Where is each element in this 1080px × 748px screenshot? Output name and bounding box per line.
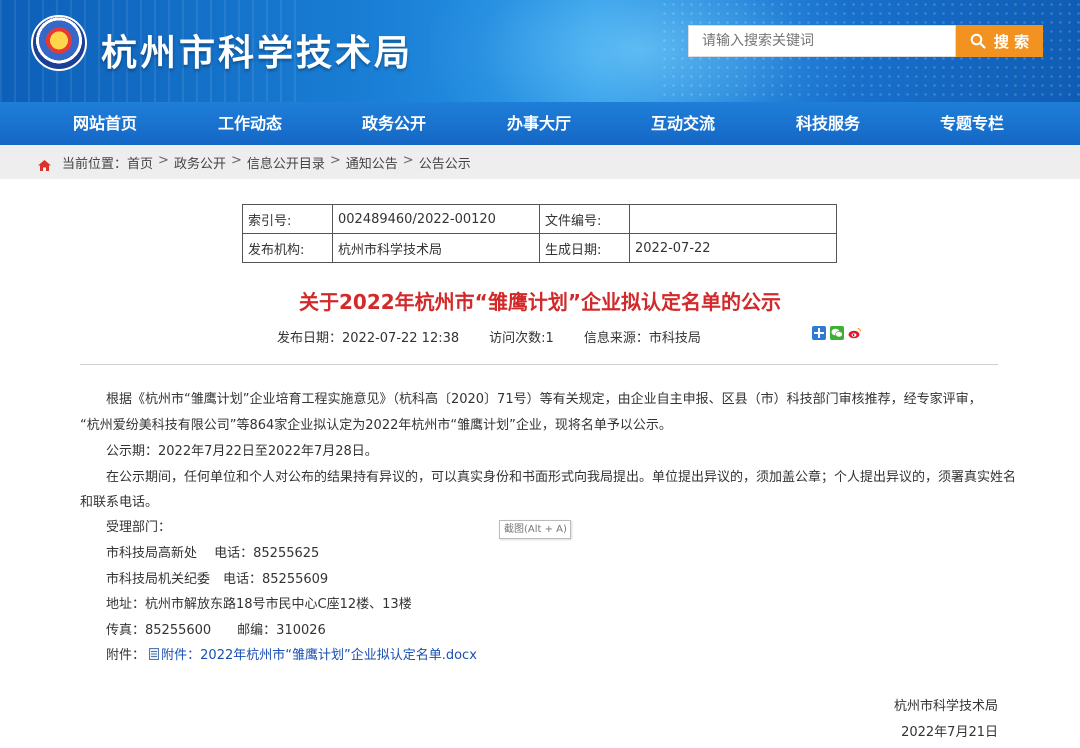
paragraph: 和联系电话。 (80, 495, 159, 510)
content-divider (80, 364, 998, 365)
attachment-link[interactable]: 附件：2022年杭州市“雏鹰计划”企业拟认定名单.docx (161, 648, 477, 663)
paragraph: 根据《杭州市“雏鹰计划”企业培育工程实施意见》（杭科高〔2020〕71号）等有关… (106, 392, 982, 407)
bureau-logo[interactable] (31, 15, 87, 71)
paragraph: 受理部门： (106, 520, 172, 535)
breadcrumb-announcements[interactable]: 公告公示 (419, 153, 471, 172)
search-icon (970, 33, 986, 49)
nav-item-interaction[interactable]: 互动交流 (651, 102, 715, 145)
search-button[interactable]: 搜 索 (956, 25, 1043, 57)
share-plus-icon[interactable] (812, 326, 826, 340)
paragraph: “杭州爱纷美科技有限公司”等864家企业拟认定为2022年杭州市“雏鹰计划”企业… (80, 418, 672, 433)
signature-date: 2022年7月21日 (901, 725, 998, 740)
table-row: 发布机构: 杭州市科学技术局 生成日期: 2022-07-22 (242, 233, 837, 263)
index-label: 索引号: (242, 204, 333, 234)
breadcrumb-separator: > (230, 153, 242, 168)
breadcrumb-government-affairs[interactable]: 政务公开 (174, 153, 226, 172)
date-value: 2022-07-22 (629, 233, 837, 263)
attachment-line: 附件： 附件：2022年杭州市“雏鹰计划”企业拟认定名单.docx (106, 644, 477, 664)
weibo-icon[interactable] (848, 326, 862, 340)
site-title[interactable]: 杭州市科学技术局 (101, 24, 413, 76)
nav-item-service-hall[interactable]: 办事大厅 (507, 102, 571, 145)
breadcrumb: 当前位置： 首页 > 政务公开 > 信息公开目录 > 通知公告 > 公告公示 (62, 153, 471, 172)
document-icon (149, 648, 160, 664)
search-button-label: 搜 索 (993, 32, 1030, 51)
wechat-icon[interactable] (830, 326, 844, 340)
paragraph: 市科技局机关纪委 电话：85255609 (106, 572, 329, 587)
date-label: 生成日期: (539, 233, 630, 263)
doc-no-label: 文件编号: (539, 204, 630, 234)
document-meta-table: 索引号: 002489460/2022-00120 文件编号: 发布机构: 杭州… (242, 204, 837, 263)
article-info: 发布日期：2022-07-22 12:38 访问次数:1 信息来源：市科技局 (277, 327, 701, 346)
nav-item-special-topics[interactable]: 专题专栏 (940, 102, 1004, 145)
table-row: 索引号: 002489460/2022-00120 文件编号: (242, 204, 837, 234)
main-nav: 网站首页 工作动态 政务公开 办事大厅 互动交流 科技服务 专题专栏 (0, 102, 1080, 145)
nav-item-home[interactable]: 网站首页 (73, 102, 137, 145)
nav-item-government-affairs[interactable]: 政务公开 (362, 102, 426, 145)
breadcrumb-notices[interactable]: 通知公告 (346, 153, 398, 172)
breadcrumb-prefix: 当前位置： (62, 157, 128, 172)
publish-date: 发布日期：2022-07-22 12:38 (277, 331, 460, 346)
index-value: 002489460/2022-00120 (332, 204, 540, 234)
breadcrumb-info-catalog[interactable]: 信息公开目录 (247, 153, 325, 172)
paragraph: 在公示期间，任何单位和个人对公布的结果持有异议的，可以真实身份和书面形式向我局提… (106, 470, 1017, 485)
signature-org: 杭州市科学技术局 (893, 699, 998, 714)
paragraph: 传真：85255600 邮编：310026 (106, 623, 326, 638)
nav-item-tech-service[interactable]: 科技服务 (796, 102, 860, 145)
breadcrumb-separator: > (329, 153, 341, 168)
article-title: 关于2022年杭州市“雏鹰计划”企业拟认定名单的公示 (299, 290, 781, 314)
breadcrumb-bar: 当前位置： 首页 > 政务公开 > 信息公开目录 > 通知公告 > 公告公示 (0, 145, 1080, 179)
paragraph: 公示期：2022年7月22日至2022年7月28日。 (106, 444, 378, 459)
paragraph: 地址：杭州市解放东路18号市民中心C座12楼、13楼 (106, 597, 412, 612)
search-input[interactable] (689, 26, 955, 56)
info-source: 信息来源：市科技局 (583, 331, 701, 346)
publisher-label: 发布机构: (242, 233, 333, 263)
share-icons (812, 326, 862, 340)
search-box[interactable] (688, 25, 956, 57)
nav-item-work-news[interactable]: 工作动态 (218, 102, 282, 145)
doc-no-value (629, 204, 837, 234)
attachment-label: 附件： (106, 648, 146, 663)
paragraph: 市科技局高新处 电话：85255625 (106, 546, 320, 561)
home-icon (38, 156, 51, 175)
breadcrumb-separator: > (402, 153, 414, 168)
screenshot-tooltip: 截图(Alt + A) (499, 520, 571, 539)
breadcrumb-home[interactable]: 首页 (127, 153, 153, 172)
breadcrumb-separator: > (158, 153, 169, 168)
visit-count: 访问次数:1 (489, 331, 554, 346)
header-banner: 杭州市科学技术局 搜 索 (0, 0, 1080, 102)
publisher-value: 杭州市科学技术局 (332, 233, 540, 263)
